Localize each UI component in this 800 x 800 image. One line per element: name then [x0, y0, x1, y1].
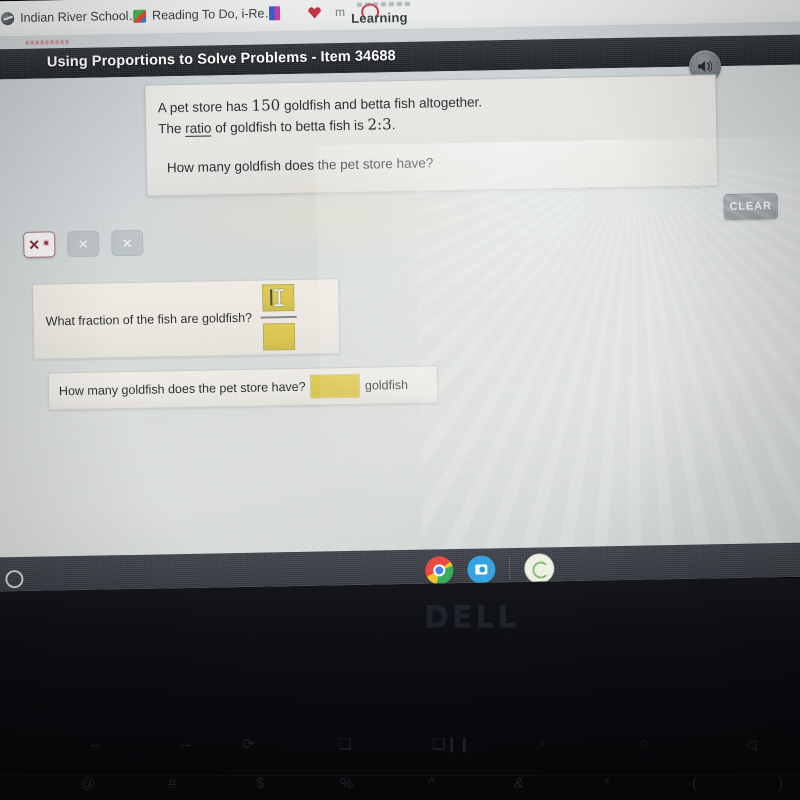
- bookmark-reading-to-do[interactable]: Reading To Do, i-Re…: [132, 2, 278, 27]
- faint-red-text-artifact: [25, 40, 70, 45]
- stimulus-number: 150: [251, 96, 281, 115]
- key-lparen-icon: (: [692, 775, 697, 792]
- answer-card-count: How many goldfish does the pet store hav…: [47, 365, 439, 411]
- globe-icon: [1, 11, 15, 25]
- x-icon: ✕: [121, 235, 133, 251]
- launcher-circle-icon[interactable]: [5, 569, 24, 589]
- fraction-numerator-input[interactable]: [262, 283, 295, 312]
- keyboard-function-row: ← → ⟳ ❑ ❑❙❙ ◦ ○ ◁: [0, 735, 800, 779]
- bookmark-flag[interactable]: [268, 2, 281, 24]
- page-title: Using Proportions to Solve Problems - It…: [46, 48, 396, 71]
- bookmark-label: Indian River School…: [20, 8, 142, 25]
- site-wordmark: Learning: [351, 9, 408, 26]
- stimulus-text: of goldfish to betta fish is: [211, 117, 368, 136]
- stimulus-text: A pet store has: [157, 98, 252, 116]
- stimulus-question: How many goldfish does the pet store hav…: [166, 155, 434, 176]
- stimulus-text: The: [158, 120, 186, 137]
- photograph-of-laptop-screen: DELL ← → ⟳ ❑ ❑❙❙ ◦ ○ ◁ @ # $ % ^ & * ( )…: [0, 0, 800, 800]
- clear-button[interactable]: CLEAR: [723, 193, 778, 221]
- key-brightness-down-icon: ◦: [540, 735, 546, 752]
- bookmark-m[interactable]: m: [335, 1, 345, 23]
- key-rparen-icon: ): [778, 775, 783, 792]
- shelf-divider: [509, 558, 511, 581]
- answer-card-fraction: What fraction of the fish are goldfish?: [32, 278, 341, 360]
- key-brightness-up-icon: ○: [640, 735, 650, 752]
- dell-logo: DELL: [424, 600, 520, 635]
- stimulus-ratio: 2:3: [367, 115, 392, 134]
- flag-icon: [268, 6, 281, 21]
- key-overview-icon: ❑❙❙: [432, 736, 471, 753]
- stimulus-line-1: A pet store has 150 goldfish and betta f…: [158, 93, 483, 116]
- key-hash-icon: #: [168, 775, 177, 792]
- laptop-screen: Indian River School… Reading To Do, i-Re…: [0, 0, 800, 592]
- heart-icon: [308, 6, 321, 18]
- attempt-badge-1[interactable]: ✕ ✷: [23, 231, 56, 258]
- bookmark-label: Reading To Do, i-Re…: [151, 6, 278, 23]
- key-back-icon: ←: [88, 735, 103, 752]
- answer-question-2-label: How many goldfish does the pet store hav…: [58, 379, 306, 399]
- attempt-badge-3[interactable]: ✕: [111, 229, 144, 257]
- keyboard-number-row: @ # $ % ^ & * ( ): [0, 775, 800, 800]
- x-icon: ✕: [28, 236, 41, 253]
- key-fullscreen-icon: ❑: [338, 736, 352, 753]
- chrome-icon[interactable]: [425, 556, 454, 589]
- bookmark-heart[interactable]: [308, 1, 321, 23]
- key-asterisk-icon: *: [604, 775, 610, 792]
- cube-icon: [132, 9, 147, 23]
- key-forward-icon: →: [178, 735, 193, 752]
- glossary-link-ratio[interactable]: ratio: [185, 120, 212, 137]
- stimulus-text: goldfish and betta fish altogether.: [280, 94, 483, 114]
- text-caret: [270, 289, 273, 306]
- problem-stimulus-panel: A pet store has 150 goldfish and betta f…: [144, 74, 719, 197]
- unit-label: goldfish: [364, 377, 409, 393]
- x-icon: ✕: [77, 236, 89, 252]
- sparkle-icon: ✷: [41, 238, 51, 250]
- key-percent-icon: %: [340, 775, 354, 792]
- fraction-input-group: [255, 283, 302, 351]
- key-mute-icon: ◁: [745, 736, 757, 753]
- letter-m-icon: m: [334, 4, 346, 20]
- answer-question-1-label: What fraction of the fish are goldfish?: [45, 310, 253, 329]
- fraction-denominator-input[interactable]: [262, 322, 296, 351]
- fraction-bar: [260, 315, 297, 319]
- key-caret-icon: ^: [428, 775, 436, 792]
- key-at-icon: @: [80, 775, 96, 792]
- stimulus-line-2: The ratio of goldfish to betta fish is 2…: [158, 115, 396, 137]
- camera-icon[interactable]: [467, 555, 496, 584]
- attempt-badge-2[interactable]: ✕: [67, 230, 100, 258]
- attempt-indicators: ✕ ✷ ✕ ✕: [23, 229, 144, 258]
- seesaw-icon[interactable]: [524, 553, 555, 584]
- key-reload-icon: ⟳: [242, 736, 255, 753]
- bookmark-indian-river-school[interactable]: Indian River School…: [1, 5, 141, 30]
- shelf-app-icons: [425, 553, 555, 589]
- key-ampersand-icon: &: [514, 775, 525, 792]
- key-dollar-icon: $: [256, 775, 265, 792]
- stimulus-text: .: [391, 117, 396, 133]
- goldfish-count-input[interactable]: [309, 373, 361, 399]
